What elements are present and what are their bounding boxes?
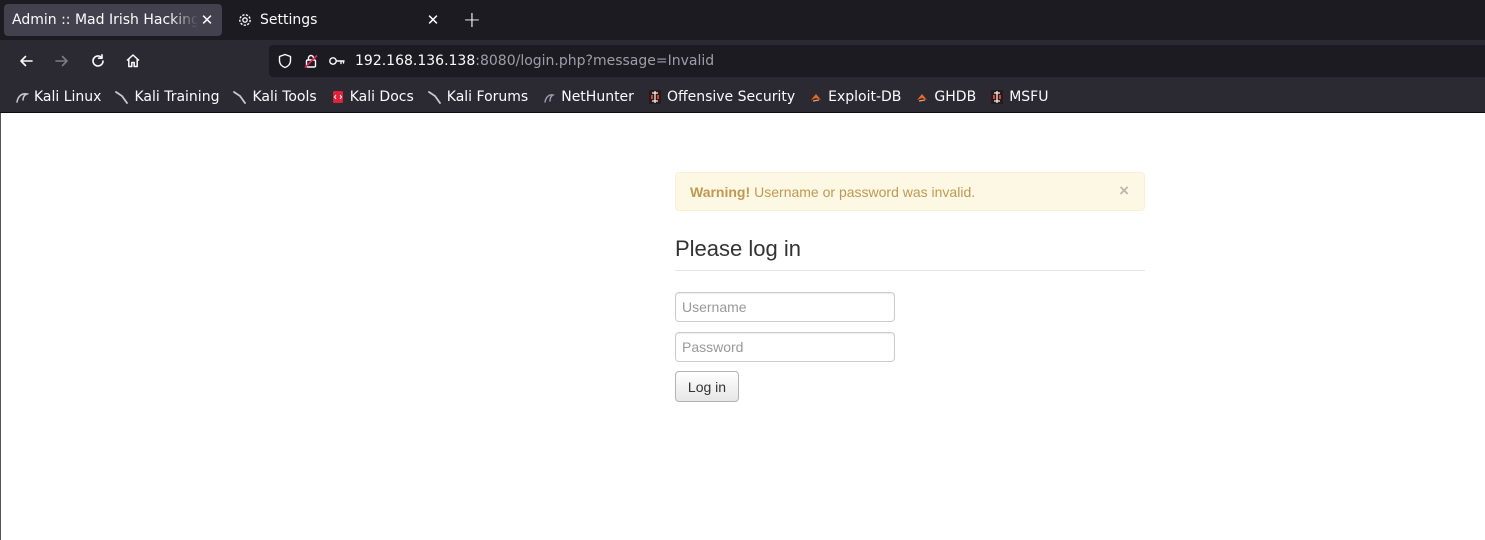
kali-dragon-icon bbox=[232, 89, 248, 105]
key-icon[interactable] bbox=[327, 51, 347, 71]
exploitdb-icon bbox=[914, 89, 930, 105]
forward-icon[interactable] bbox=[50, 49, 74, 73]
viewport-divider bbox=[0, 112, 1485, 113]
tab-admin[interactable]: Admin :: Mad Irish Hacking Academy ✕ bbox=[4, 4, 222, 36]
shield-icon[interactable] bbox=[275, 51, 295, 71]
bookmark-kali-docs[interactable]: Kali Docs bbox=[330, 89, 414, 105]
bookmark-label: NetHunter bbox=[561, 89, 634, 105]
back-icon[interactable] bbox=[14, 49, 38, 73]
bookmark-label: GHDB bbox=[934, 89, 977, 105]
bookmark-offensive-security[interactable]: Offensive Security bbox=[647, 89, 795, 105]
bookmark-label: MSFU bbox=[1009, 89, 1049, 105]
url-text[interactable]: 192.168.136.138:8080/login.php?message=I… bbox=[355, 53, 714, 69]
insecure-lock-icon[interactable] bbox=[301, 51, 321, 71]
bookmark-label: Kali Tools bbox=[252, 89, 317, 105]
alert-message: Username or password was invalid. bbox=[754, 183, 976, 200]
tab-settings[interactable]: Settings ✕ bbox=[228, 4, 448, 36]
nav-toolbar: 192.168.136.138:8080/login.php?message=I… bbox=[0, 40, 1485, 82]
close-icon[interactable]: ✕ bbox=[198, 11, 216, 29]
bookmark-kali-linux[interactable]: Kali Linux bbox=[14, 89, 101, 105]
page-title: Please log in bbox=[675, 236, 801, 261]
alert-title: Warning! bbox=[690, 183, 751, 200]
bookmark-kali-forums[interactable]: Kali Forums bbox=[427, 89, 528, 105]
bookmark-kali-training[interactable]: Kali Training bbox=[114, 89, 219, 105]
bookmark-label: Kali Training bbox=[134, 89, 220, 105]
password-input[interactable] bbox=[675, 332, 895, 362]
kali-dragon-icon bbox=[114, 89, 130, 105]
nethunter-icon bbox=[541, 89, 557, 105]
tab-bar: Admin :: Mad Irish Hacking Academy ✕ Set… bbox=[0, 0, 1485, 40]
bookmark-label: Kali Linux bbox=[34, 89, 102, 105]
warning-alert: Warning! Username or password was invali… bbox=[675, 172, 1145, 211]
bookmark-label: Kali Forums bbox=[446, 89, 529, 105]
home-icon[interactable] bbox=[121, 49, 145, 73]
url-path: :8080/login.php?message=Invalid bbox=[475, 53, 715, 69]
kali-dragon-icon bbox=[427, 89, 443, 105]
bookmarks-toolbar: Kali Linux Kali Training Kali Tools Kali… bbox=[0, 82, 1485, 112]
tab-title: Admin :: Mad Irish Hacking Academy bbox=[12, 12, 198, 28]
bookmark-ghdb[interactable]: GHDB bbox=[914, 89, 976, 105]
username-input[interactable] bbox=[675, 292, 895, 322]
address-bar[interactable]: 192.168.136.138:8080/login.php?message=I… bbox=[269, 45, 1485, 77]
exploitdb-icon bbox=[808, 89, 824, 105]
gear-icon bbox=[236, 11, 254, 29]
kali-dragon-icon bbox=[14, 89, 30, 105]
bookmark-label: Exploit-DB bbox=[828, 89, 902, 105]
bookmark-label: Kali Docs bbox=[349, 89, 414, 105]
reload-icon[interactable] bbox=[86, 49, 110, 73]
bookmark-nethunter[interactable]: NetHunter bbox=[541, 89, 634, 105]
offsec-icon bbox=[647, 89, 663, 105]
viewport-left-edge bbox=[0, 113, 1, 540]
bookmark-msfu[interactable]: MSFU bbox=[989, 89, 1048, 105]
offsec-icon bbox=[989, 89, 1005, 105]
heading-divider bbox=[675, 270, 1145, 271]
new-tab-button[interactable]: + bbox=[460, 8, 484, 33]
tab-title: Settings bbox=[260, 12, 318, 28]
alert-close-button[interactable]: × bbox=[1119, 181, 1129, 201]
bookmark-label: Offensive Security bbox=[666, 89, 796, 105]
bookmark-kali-tools[interactable]: Kali Tools bbox=[232, 89, 317, 105]
kali-docs-icon bbox=[330, 89, 346, 105]
close-icon[interactable]: ✕ bbox=[424, 11, 442, 29]
bookmark-exploit-db[interactable]: Exploit-DB bbox=[808, 89, 901, 105]
login-button[interactable]: Log in bbox=[675, 371, 739, 402]
url-host: 192.168.136.138 bbox=[355, 53, 476, 69]
